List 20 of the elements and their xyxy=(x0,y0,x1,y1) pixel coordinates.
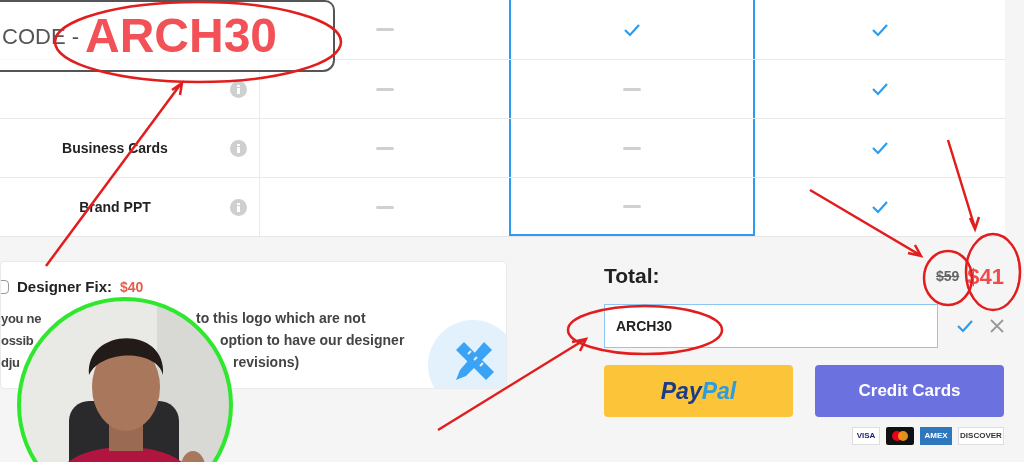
description-text: option to have our designer xyxy=(220,330,405,350)
addon-price: $40 xyxy=(120,277,144,297)
mastercard-logo xyxy=(886,427,914,445)
amex-logo: AMEX xyxy=(920,427,952,445)
apply-check-icon[interactable] xyxy=(956,319,974,333)
total-label: Total: xyxy=(604,263,660,290)
description-text: you ne xyxy=(1,310,42,326)
old-price: $59 xyxy=(935,266,960,286)
paypal-button[interactable]: PayPal xyxy=(604,365,793,417)
description-text: to this logo which are not xyxy=(196,308,366,328)
code-text: ARCH30 xyxy=(85,12,278,60)
description-text: ossib xyxy=(1,332,34,348)
visa-logo: VISA xyxy=(852,427,880,445)
credit-cards-button[interactable]: Credit Cards xyxy=(815,365,1004,417)
close-icon[interactable] xyxy=(990,319,1004,333)
description-text: dju xyxy=(1,354,20,370)
addon-title: Designer Fix: xyxy=(17,277,113,297)
description-text: revisions) xyxy=(233,352,300,372)
discover-logo: DISCOVER xyxy=(958,427,1004,445)
coupon-field[interactable]: ARCH30 xyxy=(604,304,938,348)
